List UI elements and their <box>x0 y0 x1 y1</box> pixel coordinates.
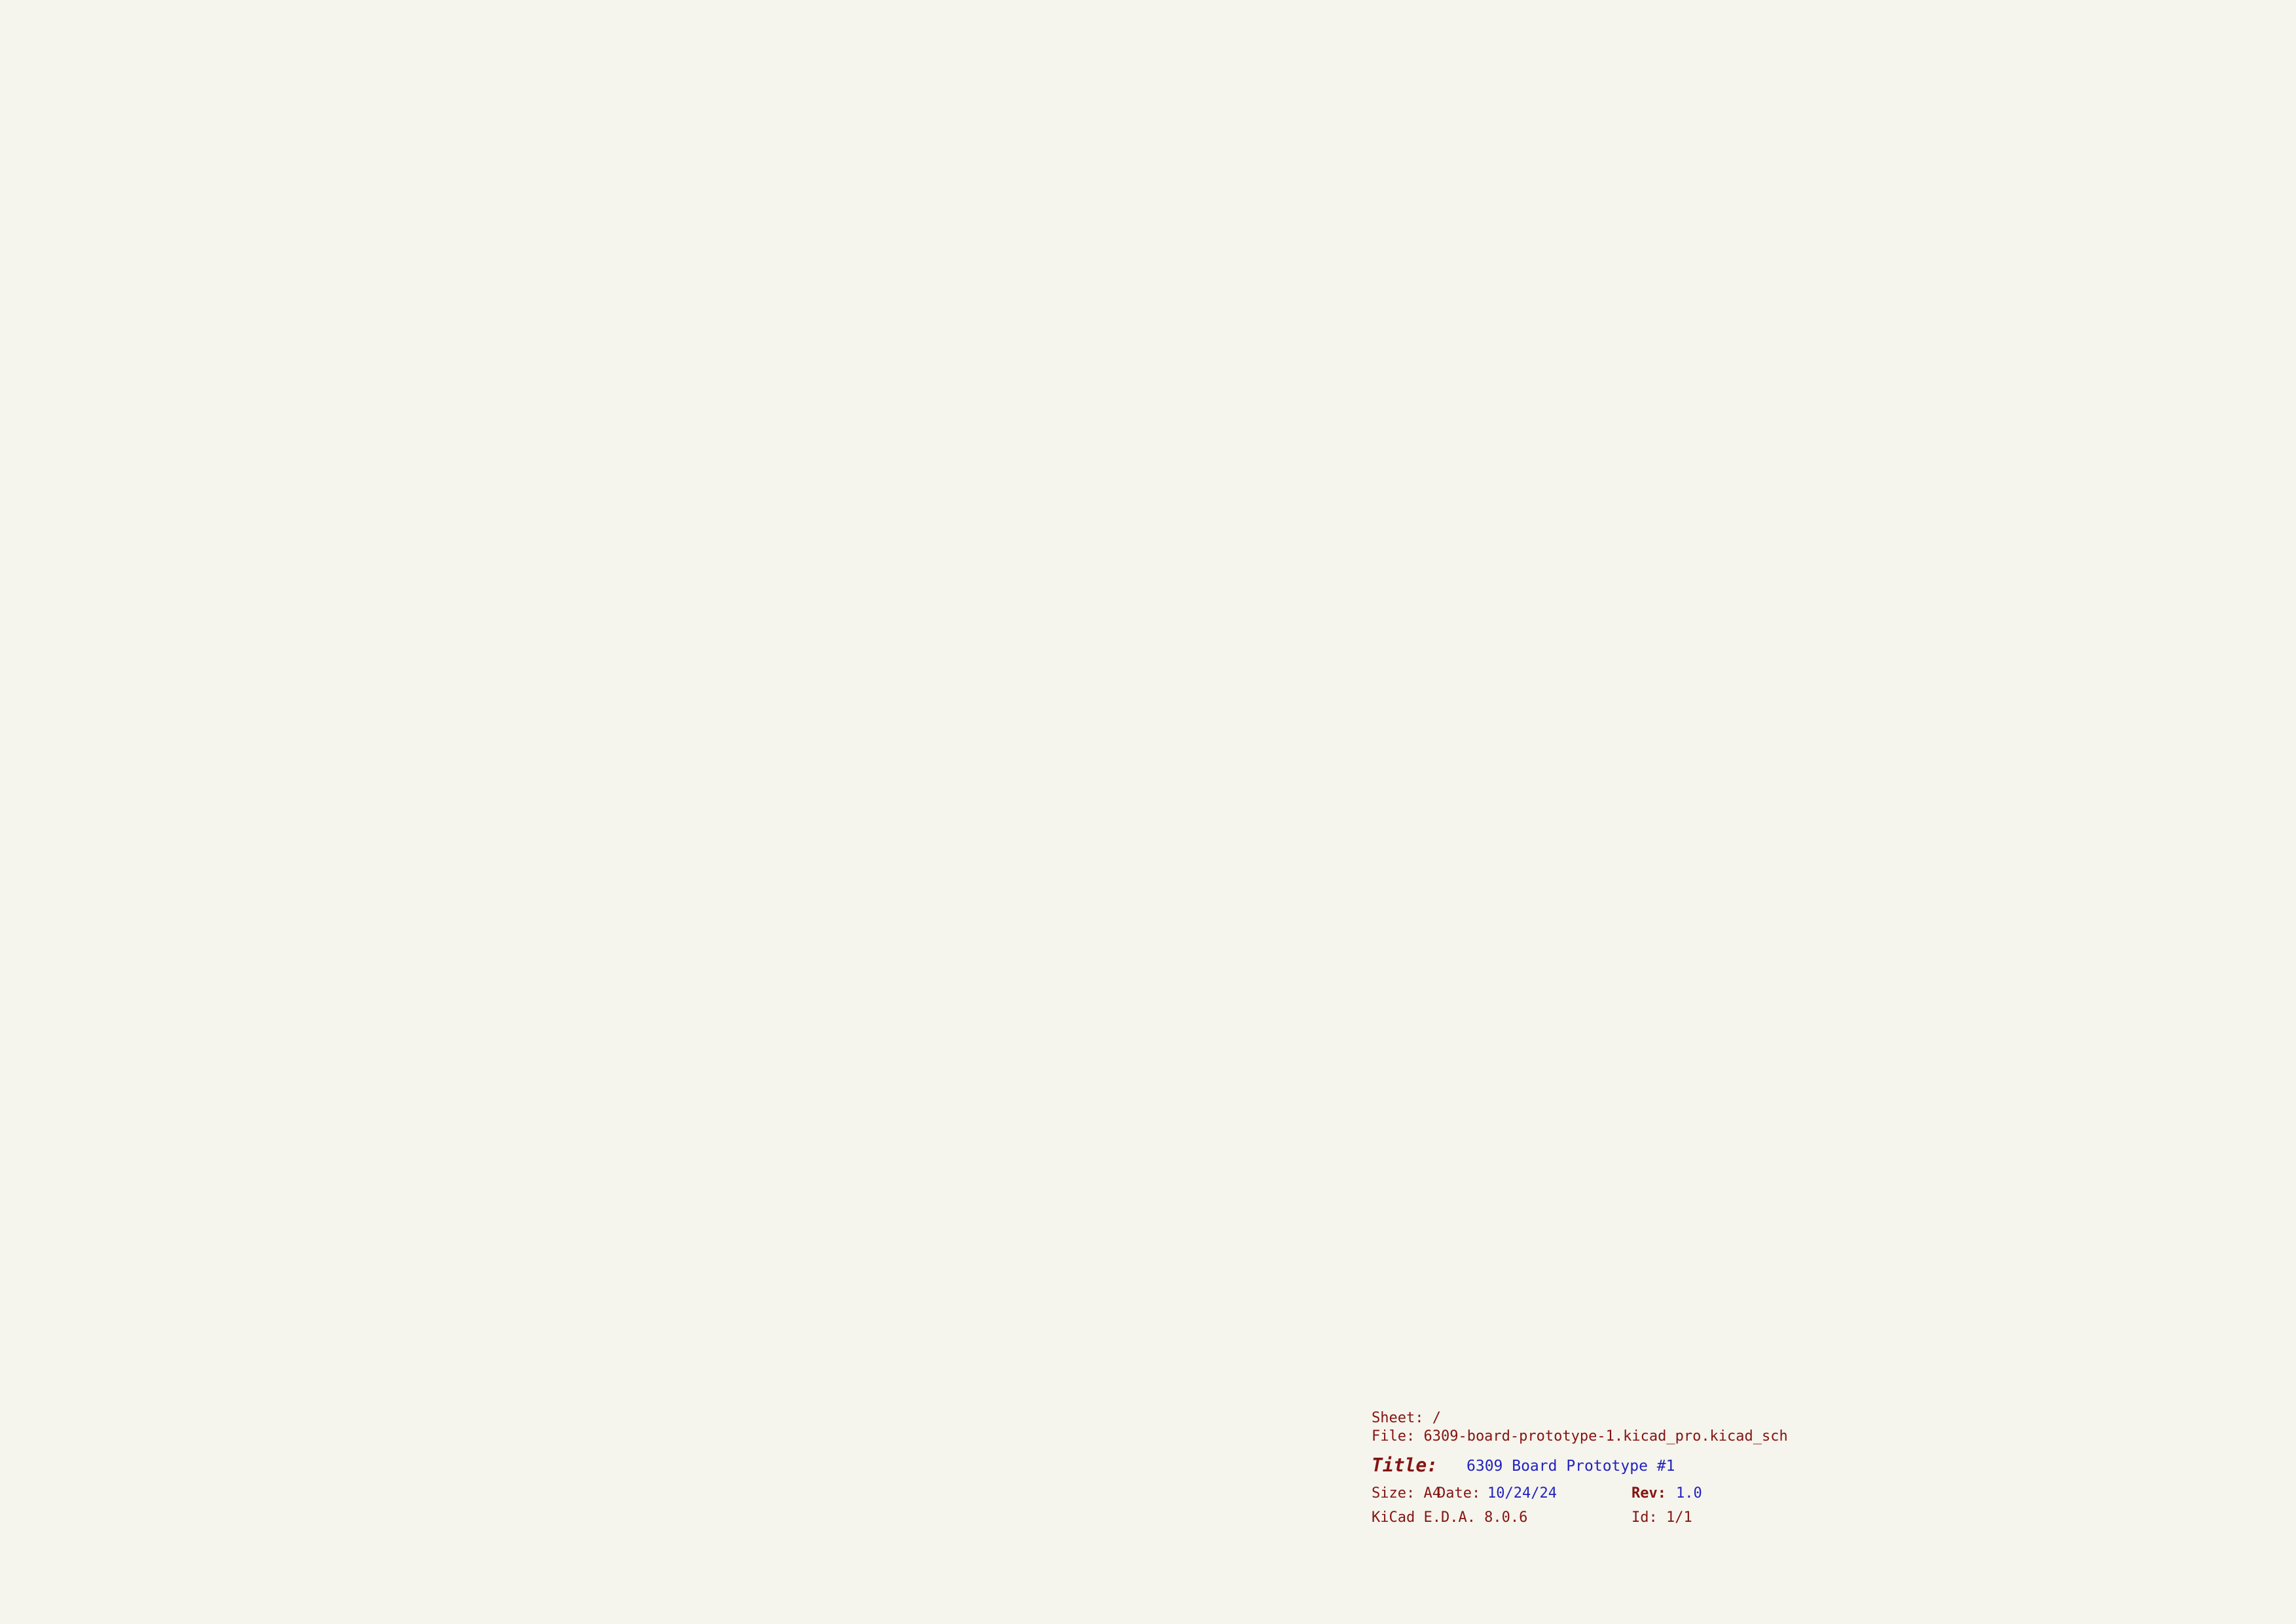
titleblock-title-value: 6309 Board Prototype #1 <box>1467 1458 1675 1475</box>
titleblock-title-label: Title: <box>1372 1454 1438 1476</box>
schematic-canvas: Sheet: / File: 6309-board-prototype-1.ki… <box>0 0 2296 1624</box>
titleblock-sheet: Sheet: / <box>1372 1410 1441 1426</box>
titleblock-id: Id: 1/1 <box>1631 1509 1692 1526</box>
titleblock-date-label: Date: <box>1437 1485 1480 1502</box>
title-block: Sheet: / File: 6309-board-prototype-1.ki… <box>1372 1410 1788 1526</box>
titleblock-rev-value: 1.0 <box>1676 1485 1702 1502</box>
titleblock-size: Size: A4 <box>1372 1485 1441 1502</box>
titleblock-app: KiCad E.D.A. 8.0.6 <box>1372 1509 1527 1526</box>
titleblock-file: File: 6309-board-prototype-1.kicad_pro.k… <box>1372 1428 1788 1445</box>
titleblock-rev-label: Rev: <box>1631 1485 1666 1502</box>
titleblock-date-value: 10/24/24 <box>1487 1485 1557 1502</box>
kicad-schematic-page: Sheet: / File: 6309-board-prototype-1.ki… <box>0 0 2296 1624</box>
